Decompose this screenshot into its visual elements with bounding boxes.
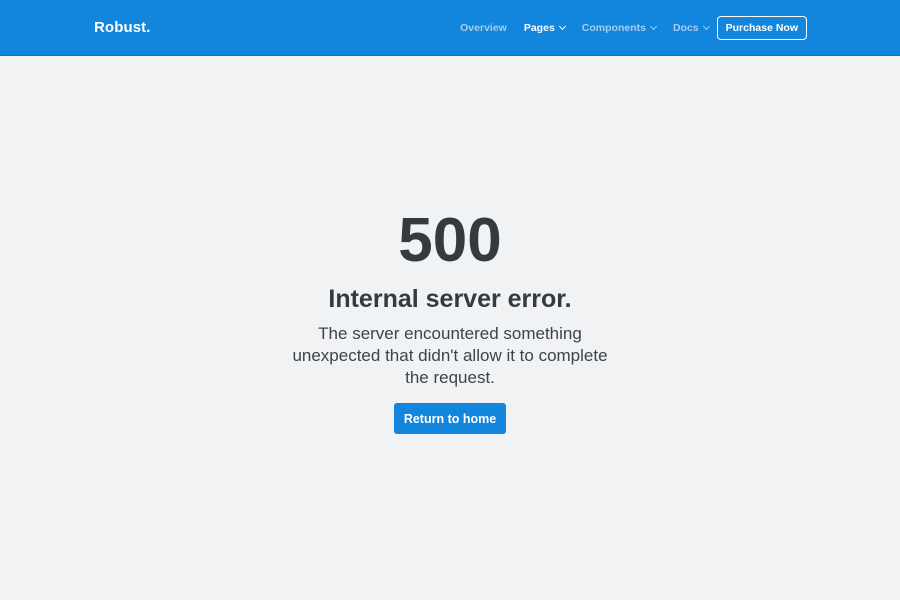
chevron-down-icon: [702, 22, 710, 31]
nav-item-pages[interactable]: Pages: [523, 22, 566, 34]
nav-item-label: Components: [581, 22, 646, 34]
nav-item-label: Pages: [523, 22, 555, 34]
top-navbar: Robust. Overview Pages Components Docs P…: [0, 0, 900, 56]
brand-logo[interactable]: Robust.: [94, 18, 151, 38]
return-home-button[interactable]: Return to home: [394, 403, 506, 434]
error-code: 500: [398, 206, 502, 275]
error-description: The server encountered something unexpec…: [292, 324, 608, 387]
nav-item-docs[interactable]: Docs: [672, 22, 710, 34]
nav-menu: Overview Pages Components Docs Purchase …: [460, 16, 807, 40]
purchase-now-button[interactable]: Purchase Now: [716, 16, 807, 40]
error-title: Internal server error.: [328, 285, 572, 313]
nav-item-overview[interactable]: Overview: [460, 22, 507, 34]
nav-item-label: Docs: [672, 22, 699, 34]
nav-item-components[interactable]: Components: [581, 22, 657, 34]
nav-item-label: Overview: [460, 22, 507, 34]
chevron-down-icon: [649, 22, 657, 31]
chevron-down-icon: [558, 22, 566, 31]
